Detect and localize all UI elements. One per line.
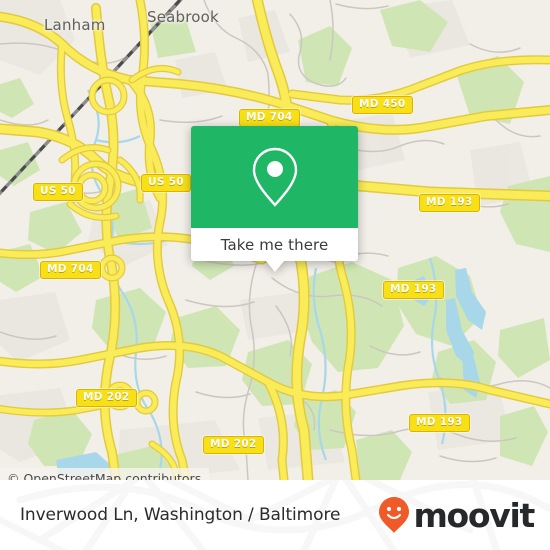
road-shield-md202-west[interactable]: MD 202 <box>76 389 137 407</box>
moovit-brand-logo[interactable]: moovit <box>378 495 535 535</box>
location-popup-card[interactable]: Take me there <box>191 126 358 272</box>
popup-cta-label: Take me there <box>220 235 329 254</box>
road-shield-md202-south[interactable]: MD 202 <box>203 436 264 454</box>
footer-bar: Inverwood Ln, Washington / Baltimore moo… <box>0 480 550 550</box>
osm-attribution[interactable]: © OpenStreetMap contributors <box>0 468 210 480</box>
road-shield-md193-east[interactable]: MD 193 <box>419 194 480 212</box>
page-title: Inverwood Ln, Washington / Baltimore <box>20 505 341 525</box>
map-pin-icon <box>252 147 297 207</box>
road-shield-md193-south[interactable]: MD 193 <box>409 414 470 432</box>
road-shield-us50-west[interactable]: US 50 <box>33 183 83 201</box>
road-shield-md704-west[interactable]: MD 704 <box>40 261 101 279</box>
moovit-pin-smiley-icon <box>379 497 410 533</box>
road-shield-us50-center[interactable]: US 50 <box>141 174 191 192</box>
popup-pin-panel <box>191 126 358 228</box>
place-label-seabrook: Seabrook <box>147 8 219 26</box>
road-shield-md704-north[interactable]: MD 704 <box>239 109 300 127</box>
road-shield-md450[interactable]: MD 450 <box>352 96 413 114</box>
moovit-wordmark: moovit <box>413 495 535 535</box>
map-canvas[interactable]: Lanham Seabrook MD 704 MD 450 US 50 US 5… <box>0 0 550 480</box>
moovit-map-screen: Lanham Seabrook MD 704 MD 450 US 50 US 5… <box>0 0 550 550</box>
popup-pointer-tail <box>265 261 284 272</box>
popup-cta-button[interactable]: Take me there <box>191 228 358 272</box>
road-shield-md193-center[interactable]: MD 193 <box>383 281 444 299</box>
place-label-lanham: Lanham <box>44 16 106 34</box>
